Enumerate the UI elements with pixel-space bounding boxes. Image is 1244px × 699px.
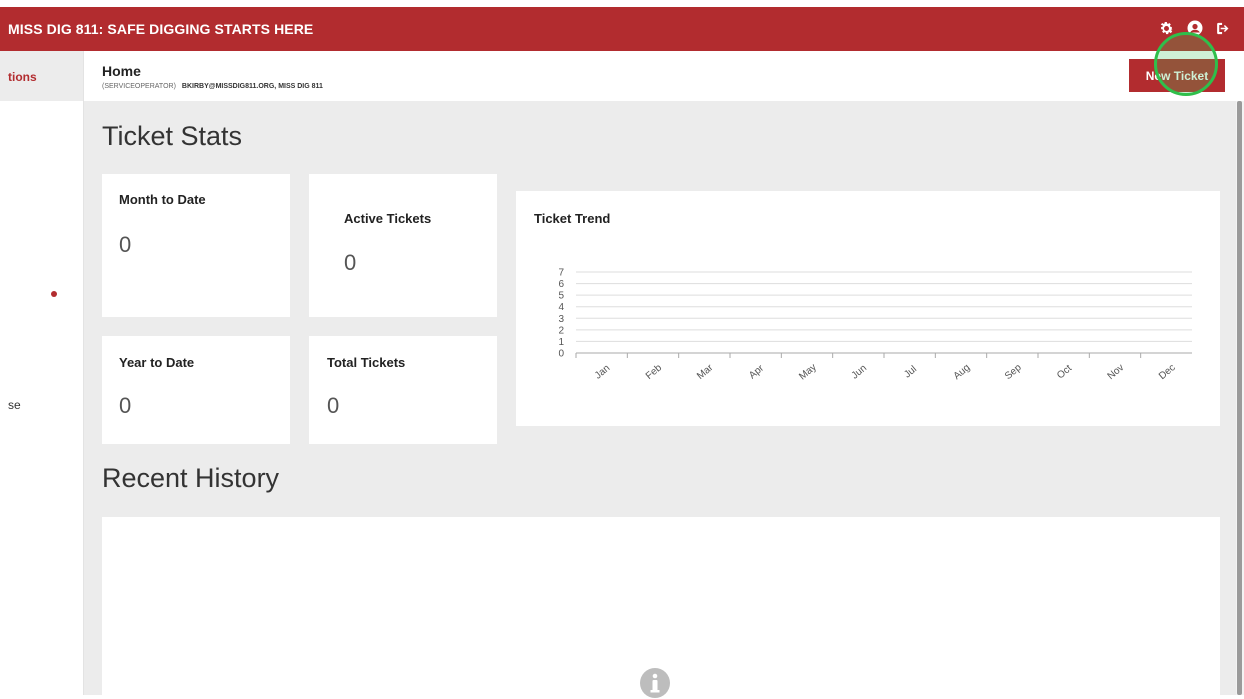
scrollbar-thumb[interactable]: [1237, 101, 1242, 695]
sidebar-item-partial[interactable]: se: [8, 398, 21, 412]
info-icon: [640, 668, 670, 698]
user-role: (SERVICEOPERATOR): [102, 83, 176, 90]
sidebar: tions se: [0, 51, 84, 695]
ticket-stats-title: Ticket Stats: [102, 121, 243, 151]
x-tick-label: May: [797, 362, 819, 383]
x-tick-label: Oct: [1055, 363, 1074, 382]
scrollbar[interactable]: [1236, 101, 1244, 695]
user-info: (SERVICEOPERATOR) BKIRBY@MISSDIG811.ORG, …: [102, 83, 323, 90]
x-tick-label: Feb: [644, 362, 665, 382]
x-tick-label: Apr: [747, 363, 767, 382]
x-tick-label: Mar: [695, 362, 716, 382]
stat-card-month-to-date: Month to Date 0: [102, 174, 290, 317]
y-tick-label: 6: [558, 279, 564, 290]
sidebar-item-label: tions: [8, 70, 37, 84]
y-tick-label: 1: [558, 337, 564, 348]
page-title: Home: [102, 63, 141, 79]
sidebar-item-active[interactable]: tions: [0, 51, 83, 101]
page-header: Home (SERVICEOPERATOR) BKIRBY@MISSDIG811.…: [84, 32, 1236, 101]
y-tick-label: 5: [558, 291, 564, 302]
stat-label: Month to Date: [119, 192, 206, 207]
ticket-trend-card: Ticket Trend 0 1 2 3 4 5 6 7 Jan Feb Mar Apr May Jun J…: [516, 191, 1220, 426]
y-tick-label: 0: [558, 349, 564, 360]
y-tick-label: 2: [558, 325, 564, 336]
stat-card-year-to-date: Year to Date 0: [102, 336, 290, 444]
stat-value: 0: [344, 250, 357, 275]
x-tick-label: Jan: [593, 363, 612, 382]
recent-history-card: [102, 517, 1220, 698]
main-content: Home (SERVICEOPERATOR) BKIRBY@MISSDIG811.…: [84, 32, 1236, 698]
stat-value: 0: [327, 393, 340, 418]
stat-card-total-tickets: Total Tickets 0: [309, 336, 497, 444]
top-bar: MISS DIG 811: SAFE DIGGING STARTS HERE: [0, 7, 1244, 51]
x-tick-label: Nov: [1106, 362, 1127, 382]
x-tick-label: Dec: [1157, 362, 1178, 382]
app-title: MISS DIG 811: SAFE DIGGING STARTS HERE: [8, 21, 314, 37]
notification-dot: [51, 291, 57, 297]
user-account: BKIRBY@MISSDIG811.ORG, MISS DIG 811: [181, 83, 323, 90]
y-tick-label: 4: [558, 302, 564, 313]
x-tick-label: Jul: [902, 364, 919, 381]
x-tick-label: Aug: [952, 362, 973, 382]
x-tick-label: Jun: [850, 363, 869, 382]
click-highlight: [1154, 32, 1218, 96]
stat-label: Year to Date: [119, 355, 195, 370]
stat-card-active-tickets: Active Tickets 0: [309, 174, 497, 317]
x-tick-label: Sep: [1003, 362, 1024, 382]
stat-value: 0: [119, 393, 132, 418]
logout-icon[interactable]: [1215, 20, 1232, 37]
stat-label: Active Tickets: [344, 211, 432, 226]
y-tick-label: 3: [558, 314, 564, 325]
recent-history-title: Recent History: [102, 463, 280, 493]
stat-value: 0: [119, 232, 132, 257]
stat-label: Total Tickets: [327, 355, 406, 370]
ticket-trend-chart: 01234567 Jan Feb Mar Apr May Jun Jul Aug Sep Oct No…: [558, 268, 1192, 383]
y-tick-label: 7: [558, 268, 564, 279]
